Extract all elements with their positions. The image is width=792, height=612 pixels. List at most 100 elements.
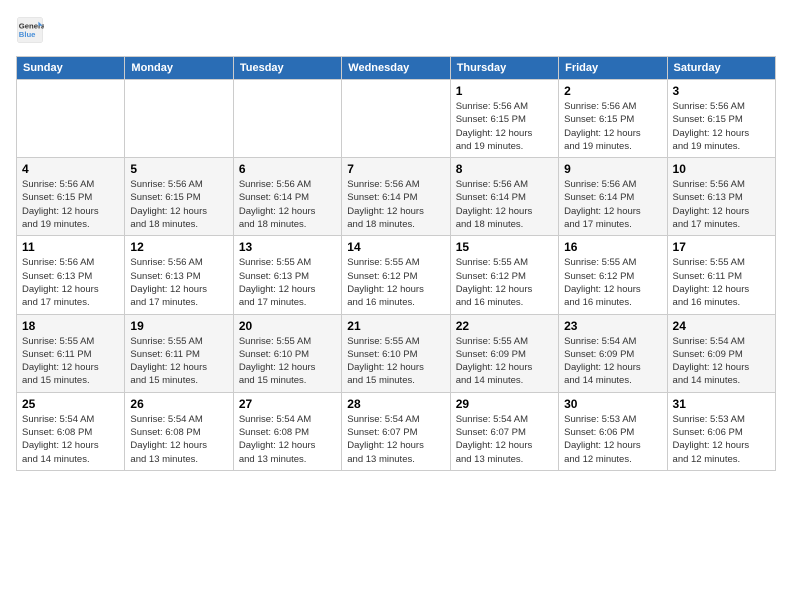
- calendar-day-cell: 8 Sunrise: 5:56 AM Sunset: 6:14 PM Daylig…: [450, 158, 558, 236]
- day-info: Sunrise: 5:55 AM Sunset: 6:10 PM Dayligh…: [347, 335, 444, 388]
- day-info: Sunrise: 5:56 AM Sunset: 6:14 PM Dayligh…: [347, 178, 444, 231]
- day-info: Sunrise: 5:55 AM Sunset: 6:12 PM Dayligh…: [456, 256, 553, 309]
- calendar-day-cell: 6 Sunrise: 5:56 AM Sunset: 6:14 PM Daylig…: [233, 158, 341, 236]
- calendar-day-cell: 18 Sunrise: 5:55 AM Sunset: 6:11 PM Dayli…: [17, 314, 125, 392]
- day-info: Sunrise: 5:56 AM Sunset: 6:13 PM Dayligh…: [22, 256, 119, 309]
- calendar-day-cell: 24 Sunrise: 5:54 AM Sunset: 6:09 PM Dayli…: [667, 314, 775, 392]
- svg-text:General: General: [19, 22, 44, 31]
- day-of-week-header: Wednesday: [342, 57, 450, 80]
- page-header: General Blue: [16, 16, 776, 44]
- day-info: Sunrise: 5:56 AM Sunset: 6:15 PM Dayligh…: [130, 178, 227, 231]
- day-info: Sunrise: 5:54 AM Sunset: 6:08 PM Dayligh…: [22, 413, 119, 466]
- day-number: 12: [130, 240, 227, 254]
- logo: General Blue: [16, 16, 44, 44]
- day-number: 7: [347, 162, 444, 176]
- calendar-day-cell: 23 Sunrise: 5:54 AM Sunset: 6:09 PM Dayli…: [559, 314, 667, 392]
- calendar-day-cell: 29 Sunrise: 5:54 AM Sunset: 6:07 PM Dayli…: [450, 392, 558, 470]
- calendar-day-cell: 19 Sunrise: 5:55 AM Sunset: 6:11 PM Dayli…: [125, 314, 233, 392]
- day-info: Sunrise: 5:56 AM Sunset: 6:14 PM Dayligh…: [239, 178, 336, 231]
- day-number: 14: [347, 240, 444, 254]
- day-info: Sunrise: 5:55 AM Sunset: 6:12 PM Dayligh…: [347, 256, 444, 309]
- calendar-day-cell: 2Sunrise: 5:56 AM Sunset: 6:15 PM Daylig…: [559, 80, 667, 158]
- calendar-day-cell: 3 Sunrise: 5:56 AM Sunset: 6:15 PM Daylig…: [667, 80, 775, 158]
- logo-icon: General Blue: [16, 16, 44, 44]
- calendar-day-cell: 31Sunrise: 5:53 AM Sunset: 6:06 PM Dayli…: [667, 392, 775, 470]
- calendar-day-cell: 22Sunrise: 5:55 AM Sunset: 6:09 PM Dayli…: [450, 314, 558, 392]
- calendar-day-cell: [342, 80, 450, 158]
- calendar-week-row: 4 Sunrise: 5:56 AM Sunset: 6:15 PM Daylig…: [17, 158, 776, 236]
- day-number: 21: [347, 319, 444, 333]
- calendar-table: SundayMondayTuesdayWednesdayThursdayFrid…: [16, 56, 776, 471]
- calendar-day-cell: 7 Sunrise: 5:56 AM Sunset: 6:14 PM Daylig…: [342, 158, 450, 236]
- day-number: 8: [456, 162, 553, 176]
- day-info: Sunrise: 5:56 AM Sunset: 6:15 PM Dayligh…: [22, 178, 119, 231]
- day-info: Sunrise: 5:55 AM Sunset: 6:10 PM Dayligh…: [239, 335, 336, 388]
- day-number: 30: [564, 397, 661, 411]
- day-info: Sunrise: 5:55 AM Sunset: 6:11 PM Dayligh…: [130, 335, 227, 388]
- calendar-week-row: 1 Sunrise: 5:56 AM Sunset: 6:15 PM Daylig…: [17, 80, 776, 158]
- day-number: 23: [564, 319, 661, 333]
- day-number: 15: [456, 240, 553, 254]
- day-number: 29: [456, 397, 553, 411]
- day-number: 9: [564, 162, 661, 176]
- day-info: Sunrise: 5:54 AM Sunset: 6:09 PM Dayligh…: [564, 335, 661, 388]
- day-info: Sunrise: 5:56 AM Sunset: 6:14 PM Dayligh…: [564, 178, 661, 231]
- svg-text:Blue: Blue: [19, 30, 36, 39]
- calendar-day-cell: 15 Sunrise: 5:55 AM Sunset: 6:12 PM Dayli…: [450, 236, 558, 314]
- calendar-day-cell: 17 Sunrise: 5:55 AM Sunset: 6:11 PM Dayli…: [667, 236, 775, 314]
- day-of-week-header: Friday: [559, 57, 667, 80]
- day-number: 18: [22, 319, 119, 333]
- calendar-day-cell: 27 Sunrise: 5:54 AM Sunset: 6:08 PM Dayli…: [233, 392, 341, 470]
- day-number: 20: [239, 319, 336, 333]
- day-number: 13: [239, 240, 336, 254]
- calendar-day-cell: 14 Sunrise: 5:55 AM Sunset: 6:12 PM Dayli…: [342, 236, 450, 314]
- day-of-week-header: Tuesday: [233, 57, 341, 80]
- day-info: Sunrise: 5:54 AM Sunset: 6:07 PM Dayligh…: [456, 413, 553, 466]
- calendar-day-cell: 20 Sunrise: 5:55 AM Sunset: 6:10 PM Dayli…: [233, 314, 341, 392]
- day-number: 11: [22, 240, 119, 254]
- calendar-day-cell: 26Sunrise: 5:54 AM Sunset: 6:08 PM Dayli…: [125, 392, 233, 470]
- day-number: 1: [456, 84, 553, 98]
- day-number: 28: [347, 397, 444, 411]
- calendar-day-cell: 30Sunrise: 5:53 AM Sunset: 6:06 PM Dayli…: [559, 392, 667, 470]
- day-info: Sunrise: 5:53 AM Sunset: 6:06 PM Dayligh…: [673, 413, 770, 466]
- day-number: 6: [239, 162, 336, 176]
- day-number: 27: [239, 397, 336, 411]
- day-info: Sunrise: 5:54 AM Sunset: 6:09 PM Dayligh…: [673, 335, 770, 388]
- day-info: Sunrise: 5:54 AM Sunset: 6:07 PM Dayligh…: [347, 413, 444, 466]
- day-info: Sunrise: 5:56 AM Sunset: 6:13 PM Dayligh…: [130, 256, 227, 309]
- day-info: Sunrise: 5:56 AM Sunset: 6:15 PM Dayligh…: [456, 100, 553, 153]
- calendar-day-cell: 16Sunrise: 5:55 AM Sunset: 6:12 PM Dayli…: [559, 236, 667, 314]
- day-info: Sunrise: 5:55 AM Sunset: 6:13 PM Dayligh…: [239, 256, 336, 309]
- day-number: 3: [673, 84, 770, 98]
- day-info: Sunrise: 5:56 AM Sunset: 6:15 PM Dayligh…: [564, 100, 661, 153]
- day-number: 24: [673, 319, 770, 333]
- day-of-week-header: Saturday: [667, 57, 775, 80]
- day-number: 10: [673, 162, 770, 176]
- calendar-day-cell: 28 Sunrise: 5:54 AM Sunset: 6:07 PM Dayli…: [342, 392, 450, 470]
- day-number: 4: [22, 162, 119, 176]
- calendar-day-cell: [17, 80, 125, 158]
- day-number: 16: [564, 240, 661, 254]
- day-info: Sunrise: 5:55 AM Sunset: 6:11 PM Dayligh…: [673, 256, 770, 309]
- calendar-day-cell: 25 Sunrise: 5:54 AM Sunset: 6:08 PM Dayli…: [17, 392, 125, 470]
- calendar-week-row: 25 Sunrise: 5:54 AM Sunset: 6:08 PM Dayli…: [17, 392, 776, 470]
- day-info: Sunrise: 5:56 AM Sunset: 6:13 PM Dayligh…: [673, 178, 770, 231]
- day-number: 25: [22, 397, 119, 411]
- calendar-day-cell: 21 Sunrise: 5:55 AM Sunset: 6:10 PM Dayli…: [342, 314, 450, 392]
- day-info: Sunrise: 5:56 AM Sunset: 6:15 PM Dayligh…: [673, 100, 770, 153]
- day-of-week-header: Thursday: [450, 57, 558, 80]
- calendar-day-cell: 4 Sunrise: 5:56 AM Sunset: 6:15 PM Daylig…: [17, 158, 125, 236]
- calendar-week-row: 11 Sunrise: 5:56 AM Sunset: 6:13 PM Dayli…: [17, 236, 776, 314]
- day-info: Sunrise: 5:56 AM Sunset: 6:14 PM Dayligh…: [456, 178, 553, 231]
- calendar-day-cell: 1 Sunrise: 5:56 AM Sunset: 6:15 PM Daylig…: [450, 80, 558, 158]
- day-number: 17: [673, 240, 770, 254]
- day-of-week-header: Sunday: [17, 57, 125, 80]
- day-number: 19: [130, 319, 227, 333]
- calendar-week-row: 18 Sunrise: 5:55 AM Sunset: 6:11 PM Dayli…: [17, 314, 776, 392]
- day-number: 22: [456, 319, 553, 333]
- day-info: Sunrise: 5:55 AM Sunset: 6:11 PM Dayligh…: [22, 335, 119, 388]
- day-info: Sunrise: 5:54 AM Sunset: 6:08 PM Dayligh…: [239, 413, 336, 466]
- day-number: 5: [130, 162, 227, 176]
- calendar-day-cell: 5 Sunrise: 5:56 AM Sunset: 6:15 PM Daylig…: [125, 158, 233, 236]
